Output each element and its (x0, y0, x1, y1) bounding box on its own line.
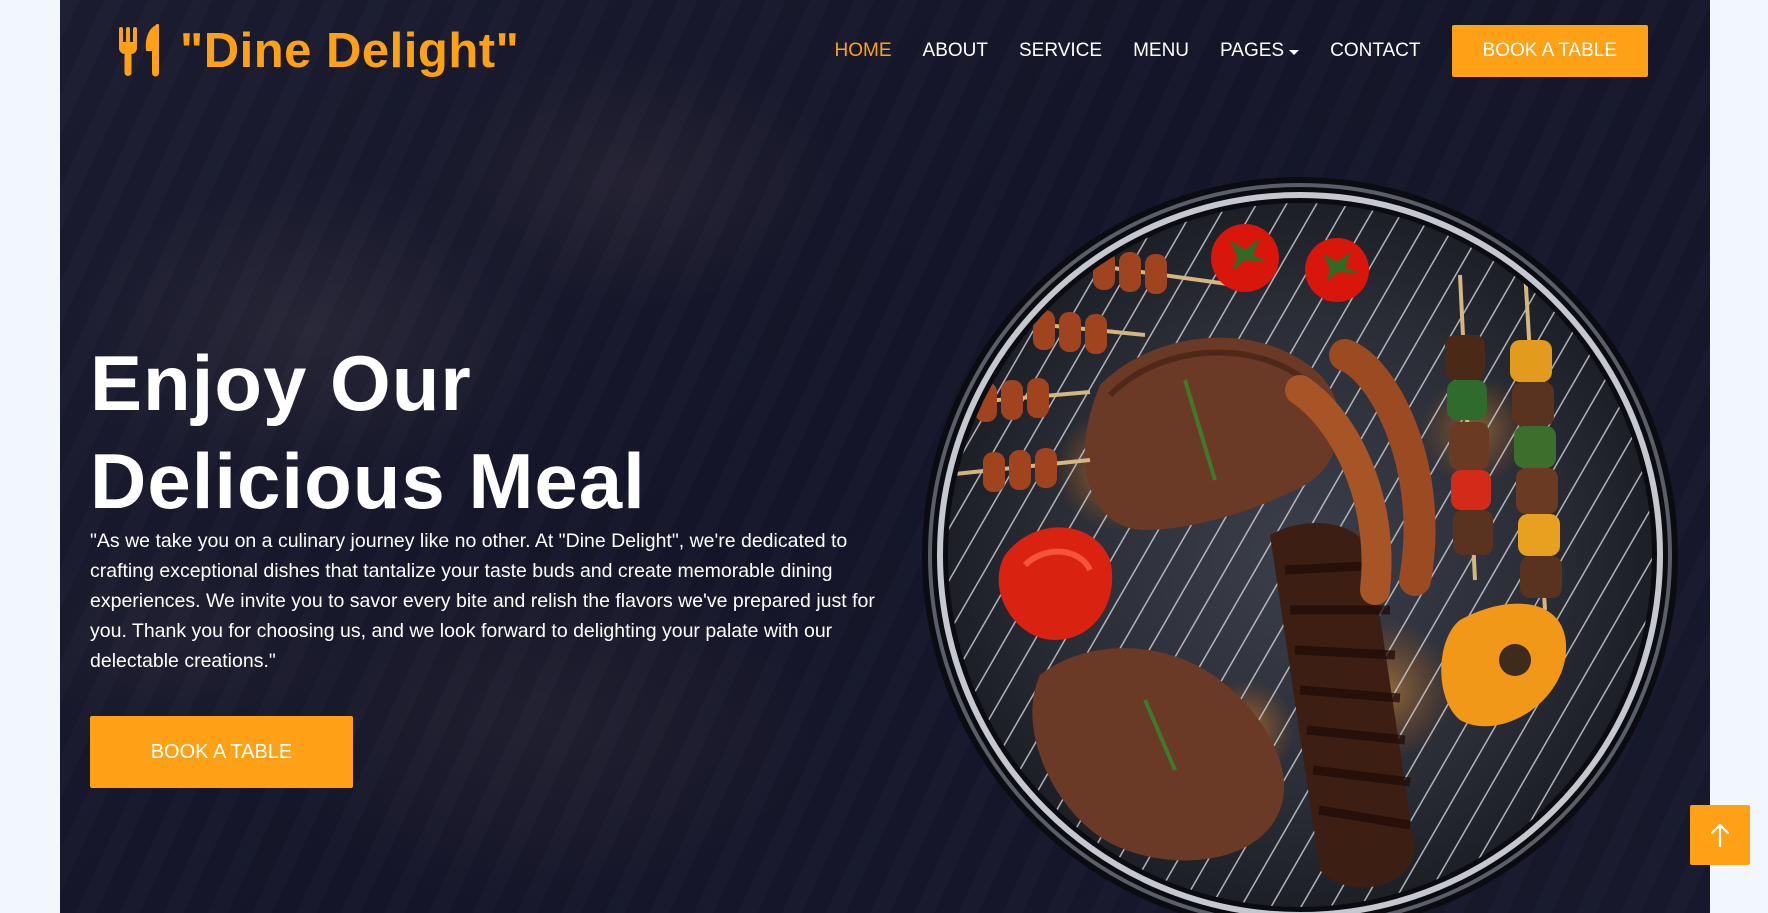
book-table-nav-button[interactable]: BOOK A TABLE (1451, 25, 1648, 77)
utensils-icon (119, 24, 160, 77)
nav-item-label: HOME (834, 40, 892, 61)
brand-name: "Dine Delight" (180, 24, 520, 78)
nav-item-pages[interactable]: PAGES (1220, 40, 1300, 62)
hero-headline: Enjoy Our Delicious Meal (90, 334, 646, 530)
nav-item-home[interactable]: HOME (835, 40, 892, 62)
nav-item-about[interactable]: ABOUT (923, 40, 988, 62)
nav-item-label: SERVICE (1019, 40, 1103, 61)
grill-food-image (922, 177, 1678, 913)
nav-item-contact[interactable]: CONTACT (1330, 40, 1420, 62)
nav-item-label: MENU (1133, 40, 1190, 61)
hero-section: "Dine Delight" HOME ABOUT SERVICE MENU P… (60, 0, 1710, 913)
nav-item-menu[interactable]: MENU (1133, 40, 1189, 62)
back-to-top-button[interactable] (1690, 805, 1750, 865)
nav-item-service[interactable]: SERVICE (1019, 40, 1102, 62)
brand-logo[interactable]: "Dine Delight" (118, 24, 519, 78)
nav-item-label: PAGES (1220, 40, 1285, 61)
arrow-up-icon (1710, 823, 1730, 848)
chevron-down-icon (1289, 49, 1300, 55)
book-table-hero-button[interactable]: BOOK A TABLE (90, 716, 353, 788)
hero-headline-line-1: Enjoy Our (90, 339, 472, 427)
nav-item-label: ABOUT (922, 40, 988, 61)
hero-description: "As we take you on a culinary journey li… (90, 530, 875, 672)
main-nav: HOME ABOUT SERVICE MENU PAGES CONTACT BO… (804, 25, 1648, 77)
nav-item-label: CONTACT (1330, 40, 1421, 61)
hero-headline-line-2: Delicious Meal (90, 437, 646, 525)
